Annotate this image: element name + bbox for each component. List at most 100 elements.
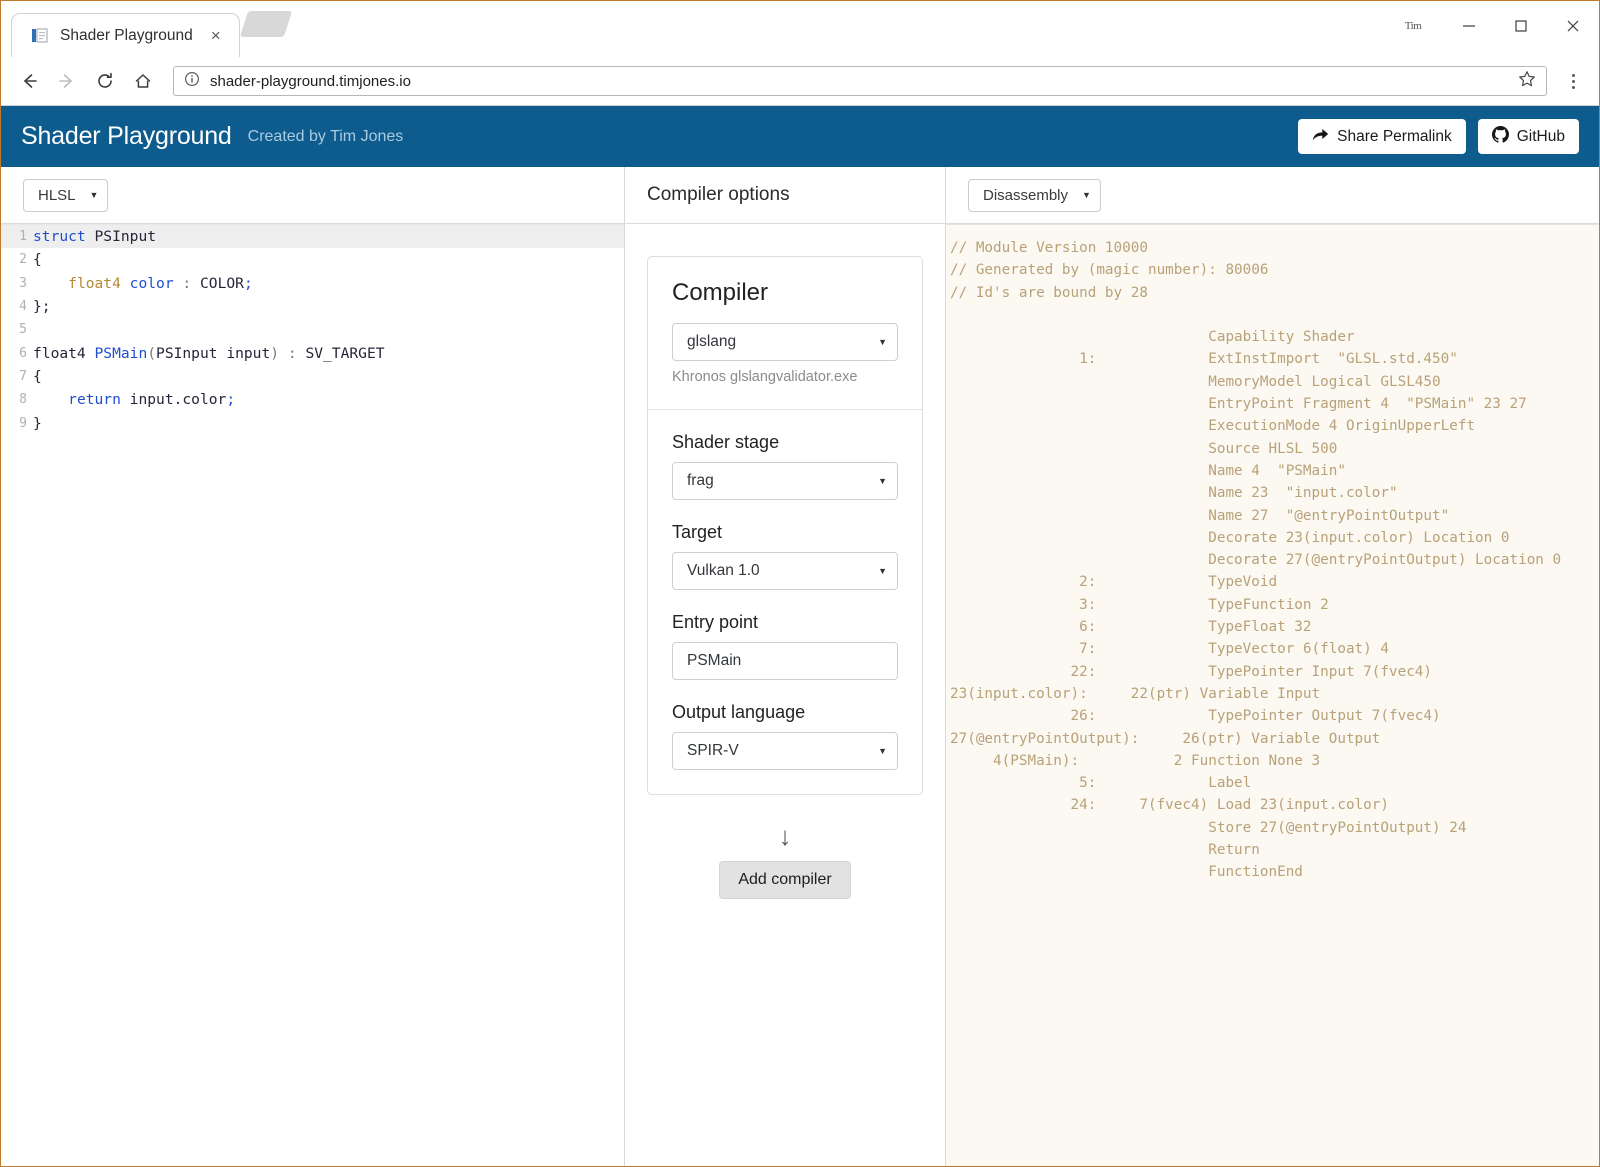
code-line[interactable]: 7{ — [1, 365, 624, 388]
code-token: COLOR — [200, 274, 244, 292]
code-line[interactable]: 4}; — [1, 295, 624, 318]
code-token: }; — [33, 298, 51, 316]
code-token: struct — [33, 228, 95, 246]
code-editor[interactable]: 1 struct PSInput 2{3 float4 color : COLOR;… — [1, 224, 624, 1166]
code-token: } — [33, 414, 42, 432]
code-token: PSMain — [94, 344, 148, 362]
code-line[interactable]: 5 — [1, 318, 624, 341]
options-header-bar: Compiler options — [625, 167, 945, 224]
code-line[interactable]: 8 return input.color; — [1, 388, 624, 411]
chevron-down-icon: ▼ — [1082, 190, 1091, 200]
editor-toolbar: HLSL ▼ — [1, 167, 624, 224]
output-view-value: Disassembly — [983, 186, 1069, 204]
github-label: GitHub — [1516, 127, 1565, 145]
code-line-text: return input.color; — [33, 391, 235, 408]
code-line-text: }; — [33, 298, 51, 315]
chevron-down-icon: ▼ — [878, 566, 887, 576]
disassembly-output[interactable]: // Module Version 10000 // Generated by … — [946, 224, 1599, 1166]
add-compiler-button[interactable]: Add compiler — [719, 861, 851, 899]
line-number: 7 — [19, 368, 27, 384]
app-subtitle: Created by Tim Jones — [247, 127, 404, 145]
address-bar[interactable]: shader-playground.timjones.io — [173, 66, 1547, 96]
line-number: 4 — [19, 299, 27, 315]
share-permalink-button[interactable]: Share Permalink — [1298, 119, 1466, 154]
maximize-button[interactable] — [1495, 1, 1547, 51]
forward-icon — [49, 63, 85, 99]
entry-point-label: Entry point — [672, 612, 759, 632]
code-token: { — [33, 367, 42, 385]
shader-stage-select[interactable]: frag ▼ — [672, 462, 898, 500]
profile-name-label[interactable]: Tim — [1383, 1, 1443, 51]
chevron-down-icon: ▼ — [878, 746, 887, 756]
chevron-down-icon: ▼ — [878, 337, 887, 347]
code-token: PSInput — [94, 228, 157, 246]
output-language-select[interactable]: SPIR-V ▼ — [672, 732, 898, 770]
tab-close-icon[interactable]: × — [205, 27, 227, 44]
share-permalink-label: Share Permalink — [1337, 127, 1452, 145]
code-line-text: float4 color : COLOR; — [33, 275, 253, 292]
code-token: SV_TARGET — [305, 344, 385, 362]
language-select[interactable]: HLSL ▼ — [23, 178, 109, 212]
options-header-title: Compiler options — [647, 184, 790, 205]
compiler-select-value: glslang — [687, 333, 737, 350]
browser-toolbar: shader-playground.timjones.io — [1, 57, 1599, 106]
entry-point-input[interactable]: PSMain — [672, 642, 898, 680]
code-line-text: } — [33, 415, 42, 432]
line-number: 2 — [19, 252, 27, 268]
main-content: HLSL ▼ 1 struct PSInput 2{3 float4 color :… — [1, 167, 1599, 1166]
line-number: 5 — [19, 322, 27, 338]
line-number: 9 — [19, 415, 27, 431]
code-line[interactable]: 3 float4 color : COLOR; — [1, 272, 624, 295]
home-icon[interactable] — [125, 63, 161, 99]
add-compiler-zone: ↓ Add compiler — [647, 823, 923, 899]
compiler-hint: Khronos glslangvalidator.exe — [672, 369, 858, 385]
compiler-card: Compiler glslang ▼ Khronos glslangvalida… — [647, 256, 923, 795]
chevron-down-icon: ▼ — [89, 190, 99, 200]
page-title: Shader Playground — [21, 122, 232, 150]
code-token: ( — [147, 344, 157, 362]
minimize-button[interactable] — [1443, 1, 1495, 51]
target-label: Target — [672, 522, 723, 542]
language-select-value: HLSL — [38, 186, 76, 204]
github-icon — [1491, 125, 1509, 148]
close-button[interactable] — [1547, 1, 1599, 51]
code-line[interactable]: 9} — [1, 411, 624, 434]
back-icon[interactable] — [11, 63, 47, 99]
tab-strip: Shader Playground × Tim — [1, 1, 1599, 57]
tab-title: Shader Playground — [60, 26, 193, 44]
output-view-select[interactable]: Disassembly ▼ — [968, 178, 1101, 212]
chevron-down-icon: ▼ — [878, 476, 887, 486]
target-select[interactable]: Vulkan 1.0 ▼ — [672, 552, 898, 590]
line-number: 8 — [19, 392, 27, 408]
browser-menu-icon[interactable] — [1557, 63, 1589, 99]
code-line[interactable]: 1 struct PSInput — [1, 225, 624, 249]
code-token: ; — [243, 274, 253, 292]
reload-icon[interactable] — [87, 63, 123, 99]
info-circle-icon[interactable] — [184, 71, 200, 92]
bookmark-star-icon[interactable] — [1516, 70, 1538, 93]
target-value: Vulkan 1.0 — [687, 562, 760, 579]
code-token: return — [68, 391, 121, 409]
compiler-card-heading: Compiler — [672, 279, 769, 306]
shader-stage-label: Shader stage — [672, 432, 780, 452]
code-token: PSInput input — [156, 344, 271, 362]
browser-tab[interactable]: Shader Playground × — [11, 13, 240, 57]
output-language-value: SPIR-V — [687, 742, 739, 759]
github-button[interactable]: GitHub — [1477, 119, 1579, 154]
options-column: Compiler options Compiler glslang ▼ Khro… — [625, 167, 946, 1166]
code-line[interactable]: 6 float4 PSMain(PSInput input) : SV_TARGE… — [1, 341, 624, 364]
code-line-text: float4 PSMain(PSInput input) : SV_TARGET — [33, 345, 385, 362]
app-header: Shader Playground Created by Tim Jones S… — [1, 106, 1599, 167]
disassembly-text: // Module Version 10000 // Generated by … — [950, 240, 1562, 881]
url-text[interactable]: shader-playground.timjones.io — [210, 73, 1506, 90]
code-line[interactable]: 2{ — [1, 248, 624, 271]
compiler-card-fields: Shader stage frag ▼ Target Vulkan 1.0 ▼ … — [648, 409, 922, 794]
code-token: : — [287, 344, 297, 362]
editor-column: HLSL ▼ 1 struct PSInput 2{3 float4 color :… — [1, 167, 625, 1166]
compiler-select[interactable]: glslang ▼ — [672, 323, 898, 361]
